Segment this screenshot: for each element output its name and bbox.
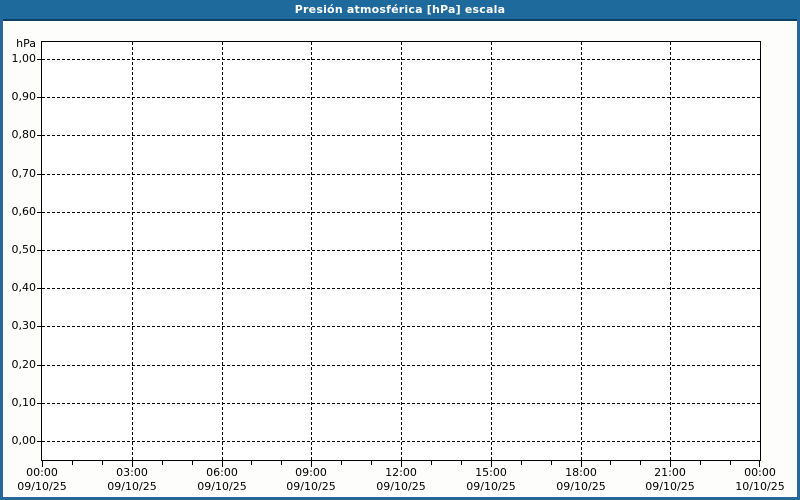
y-tick-label: 0,90 <box>0 90 36 104</box>
x-axis-minor-tick <box>551 460 552 465</box>
y-axis-tick <box>37 174 42 175</box>
x-tick-label: 06:0009/10/25 <box>182 466 262 494</box>
vertical-gridline <box>581 42 582 460</box>
x-axis-minor-tick <box>461 460 462 465</box>
x-axis-minor-tick <box>341 460 342 465</box>
x-axis-minor-tick <box>281 460 282 465</box>
x-tick-label: 09:0009/10/25 <box>271 466 351 494</box>
x-tick-date: 09/10/25 <box>361 480 441 494</box>
y-axis-tick <box>37 212 42 213</box>
vertical-gridline <box>491 42 492 460</box>
x-tick-label: 18:0009/10/25 <box>541 466 621 494</box>
vertical-gridline <box>132 42 133 460</box>
x-tick-date: 09/10/25 <box>541 480 621 494</box>
y-tick-label: 0,60 <box>0 205 36 219</box>
vertical-gridline <box>401 42 402 460</box>
x-tick-time: 09:00 <box>271 466 351 480</box>
y-axis-tick <box>37 441 42 442</box>
y-tick-label: 0,20 <box>0 358 36 372</box>
x-tick-label: 21:0009/10/25 <box>630 466 710 494</box>
x-axis-minor-tick <box>640 460 641 465</box>
x-tick-date: 09/10/25 <box>182 480 262 494</box>
y-tick-label: 0,40 <box>0 281 36 295</box>
x-tick-label: 03:0009/10/25 <box>92 466 172 494</box>
x-axis-minor-tick <box>431 460 432 465</box>
y-tick-label: 0,70 <box>0 167 36 181</box>
x-axis-minor-tick <box>162 460 163 465</box>
x-axis-minor-tick <box>72 460 73 465</box>
x-tick-date: 09/10/25 <box>271 480 351 494</box>
x-tick-date: 09/10/25 <box>2 480 82 494</box>
vertical-gridline <box>222 42 223 460</box>
x-tick-time: 00:00 <box>720 466 800 480</box>
chart-title-bar: Presión atmosférica [hPa] escala <box>0 0 800 21</box>
x-tick-date: 09/10/25 <box>630 480 710 494</box>
x-tick-label: 15:0009/10/25 <box>451 466 531 494</box>
x-axis-minor-tick <box>521 460 522 465</box>
chart-window: Presión atmosférica [hPa] escala hPa 1,0… <box>0 0 800 500</box>
vertical-gridline <box>311 42 312 460</box>
x-tick-time: 00:00 <box>2 466 82 480</box>
x-tick-time: 18:00 <box>541 466 621 480</box>
y-tick-label: 1,00 <box>0 52 36 66</box>
x-tick-date: 10/10/25 <box>720 480 800 494</box>
x-tick-time: 06:00 <box>182 466 262 480</box>
x-axis-minor-tick <box>700 460 701 465</box>
x-tick-label: 00:0010/10/25 <box>720 466 800 494</box>
y-axis-tick <box>37 250 42 251</box>
vertical-gridline <box>670 42 671 460</box>
y-axis-tick <box>37 135 42 136</box>
y-axis-tick <box>37 288 42 289</box>
y-axis-tick <box>37 326 42 327</box>
y-axis-tick <box>37 403 42 404</box>
chart-title: Presión atmosférica [hPa] escala <box>295 3 505 16</box>
y-tick-label: 0,00 <box>0 434 36 448</box>
x-axis-minor-tick <box>371 460 372 465</box>
x-tick-time: 15:00 <box>451 466 531 480</box>
x-tick-date: 09/10/25 <box>92 480 172 494</box>
x-axis-minor-tick <box>610 460 611 465</box>
x-axis-minor-tick <box>251 460 252 465</box>
y-tick-label: 0,50 <box>0 243 36 257</box>
y-axis-tick <box>37 365 42 366</box>
y-axis-tick <box>37 59 42 60</box>
x-axis-minor-tick <box>102 460 103 465</box>
x-tick-date: 09/10/25 <box>451 480 531 494</box>
y-tick-label: 0,10 <box>0 396 36 410</box>
x-tick-label: 00:0009/10/25 <box>2 466 82 494</box>
plot-area <box>41 41 761 461</box>
y-axis-tick <box>37 97 42 98</box>
y-tick-label: 0,30 <box>0 319 36 333</box>
y-tick-label: 0,80 <box>0 128 36 142</box>
x-tick-time: 03:00 <box>92 466 172 480</box>
x-tick-time: 21:00 <box>630 466 710 480</box>
x-tick-label: 12:0009/10/25 <box>361 466 441 494</box>
x-tick-time: 12:00 <box>361 466 441 480</box>
x-axis-minor-tick <box>730 460 731 465</box>
y-axis-unit-label: hPa <box>0 37 36 51</box>
x-axis-minor-tick <box>192 460 193 465</box>
